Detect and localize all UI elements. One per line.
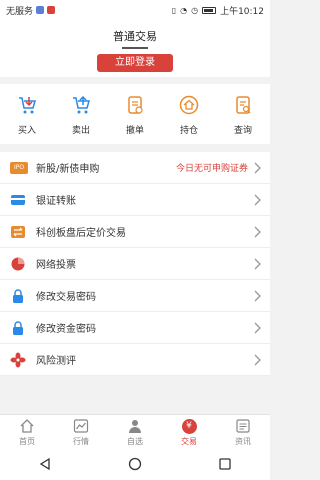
- trade-icon-badge: ¥: [181, 418, 197, 434]
- pie-chart-icon: [10, 256, 26, 272]
- chevron-right-icon: [254, 258, 261, 270]
- chevron-right-icon: [254, 226, 261, 238]
- flower-icon: [10, 352, 26, 368]
- title-underline: [122, 47, 148, 49]
- holdings-label: 持仓: [179, 126, 198, 136]
- cancel-order-action[interactable]: 撤单: [108, 84, 162, 144]
- list-item-label: 科创板盘后定价交易: [36, 228, 126, 239]
- battery-icon: [202, 6, 217, 14]
- swap-icon: [10, 224, 26, 240]
- recents-square-icon: [219, 458, 231, 470]
- system-nav-bar: [0, 448, 270, 480]
- quick-actions: 买入 卖出 撤单 持仓 查询: [0, 84, 270, 144]
- list-item-risk-assessment[interactable]: 风险测评: [0, 344, 270, 376]
- status-bar: 无服务 ▯ ◔ ◷ 上午10:12: [0, 0, 270, 20]
- sell-icon: [70, 94, 92, 116]
- ipo-status-note: 今日无可申购证券: [175, 164, 248, 174]
- user-icon: [127, 418, 143, 434]
- buy-icon: [16, 94, 38, 116]
- list-item-ipo[interactable]: IPO 新股/新债申购 今日无可申购证券: [0, 152, 270, 184]
- news-icon: [235, 418, 251, 434]
- holdings-action[interactable]: 持仓: [162, 84, 216, 144]
- trade-icon: ¥: [181, 418, 197, 434]
- list-item-online-voting[interactable]: 网络投票: [0, 248, 270, 280]
- list-item-bank-transfer[interactable]: 银证转账: [0, 184, 270, 216]
- back-triangle-icon: [39, 457, 50, 471]
- card-transfer-icon: [10, 192, 26, 208]
- list-item-change-trade-password[interactable]: 修改交易密码: [0, 280, 270, 312]
- holdings-icon: [178, 94, 200, 116]
- cancel-order-label: 撤单: [125, 126, 144, 136]
- list-item-label: 修改交易密码: [36, 292, 96, 303]
- sell-action[interactable]: 卖出: [54, 84, 108, 144]
- chevron-right-icon: [254, 354, 261, 366]
- tab-label: 首页: [19, 437, 35, 446]
- bottom-tab-bar: 首页 行情 自选 ¥ 交易 资讯: [0, 414, 270, 448]
- chevron-right-icon: [254, 162, 261, 174]
- ipo-icon: IPO: [10, 161, 28, 174]
- notification-icon: [47, 6, 56, 14]
- buy-action[interactable]: 买入: [0, 84, 54, 144]
- chevron-right-icon: [254, 194, 261, 206]
- wifi-icon: ◔: [180, 5, 188, 15]
- tab-news[interactable]: 资讯: [216, 415, 270, 448]
- list-item-label: 新股/新债申购: [36, 164, 100, 175]
- tab-label: 行情: [73, 437, 89, 446]
- carrier-text: 无服务: [6, 6, 34, 17]
- chevron-right-icon: [254, 290, 261, 302]
- home-button[interactable]: [125, 454, 145, 474]
- home-circle-icon: [128, 457, 142, 471]
- alarm-icon: ◷: [191, 5, 199, 15]
- tab-market[interactable]: 行情: [54, 415, 108, 448]
- query-action[interactable]: 查询: [216, 84, 270, 144]
- home-icon: [19, 418, 35, 434]
- tab-label: 自选: [127, 437, 143, 446]
- clock-text: 上午10:12: [220, 6, 264, 17]
- trading-screen: 无服务 ▯ ◔ ◷ 上午10:12 普通交易 立即登录 买入 卖出 撤单 持仓 …: [0, 0, 270, 480]
- list-item-change-fund-password[interactable]: 修改资金密码: [0, 312, 270, 344]
- back-button[interactable]: [35, 454, 55, 474]
- notification-icon: [36, 6, 45, 14]
- list-item-label: 网络投票: [36, 260, 76, 271]
- tab-home[interactable]: 首页: [0, 415, 54, 448]
- query-icon: [232, 94, 254, 116]
- tab-label: 资讯: [235, 437, 251, 446]
- vibrate-icon: ▯: [171, 5, 177, 15]
- chevron-right-icon: [254, 322, 261, 334]
- menu-list: IPO 新股/新债申购 今日无可申购证券 银证转账 科创板盘后定价交易 网络投票: [0, 152, 270, 376]
- tab-watchlist[interactable]: 自选: [108, 415, 162, 448]
- cancel-order-icon: [124, 94, 146, 116]
- list-item-label: 银证转账: [36, 196, 76, 207]
- market-icon: [73, 418, 89, 434]
- list-item-label: 风险测评: [36, 356, 76, 367]
- query-label: 查询: [233, 126, 252, 136]
- list-item-star-market[interactable]: 科创板盘后定价交易: [0, 216, 270, 248]
- header: 普通交易 立即登录: [0, 20, 270, 77]
- login-button[interactable]: 立即登录: [97, 54, 173, 72]
- sell-label: 卖出: [71, 126, 90, 136]
- page-title: 普通交易: [113, 30, 157, 43]
- tab-label: 交易: [181, 437, 197, 446]
- buy-label: 买入: [17, 126, 36, 136]
- lock-icon: [10, 288, 26, 304]
- list-item-label: 修改资金密码: [36, 324, 96, 335]
- recents-button[interactable]: [215, 454, 235, 474]
- tab-trade[interactable]: ¥ 交易: [162, 415, 216, 448]
- lock-icon: [10, 320, 26, 336]
